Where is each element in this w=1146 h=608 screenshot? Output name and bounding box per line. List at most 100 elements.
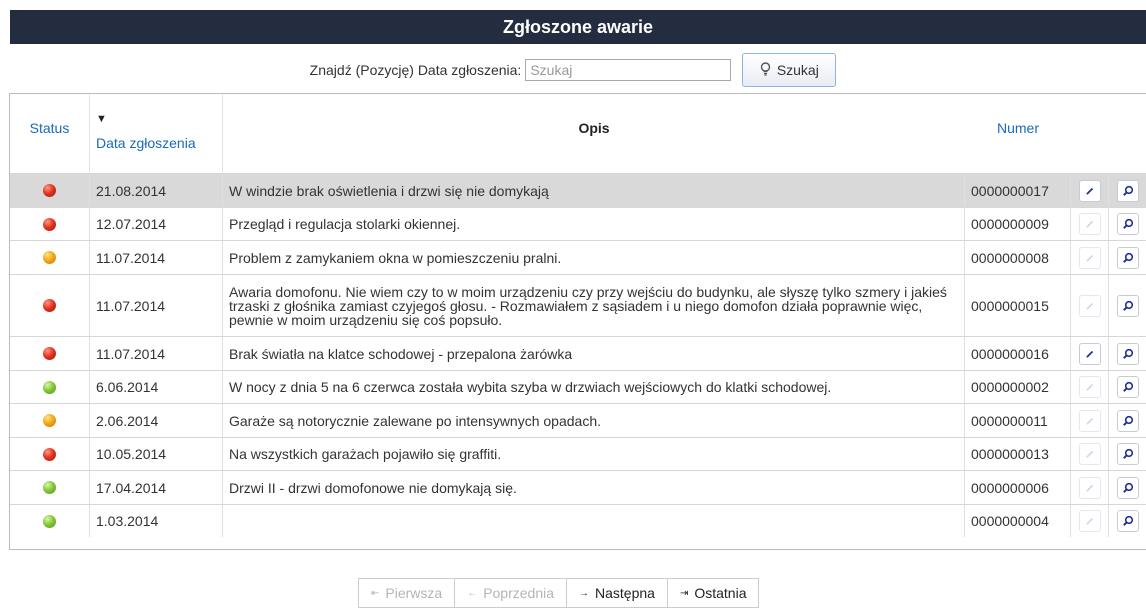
first-page-button[interactable]: ⇤ Pierwsza (358, 578, 456, 608)
page-title: Zgłoszone awarie (10, 10, 1146, 44)
edit-button[interactable] (1078, 443, 1101, 465)
date-cell: 12.07.2014 (89, 208, 223, 240)
pencil-icon (1085, 186, 1095, 196)
search-button[interactable]: Szukaj (742, 53, 837, 87)
view-details-button[interactable] (1117, 510, 1139, 532)
next-page-label: Następna (595, 585, 655, 601)
view-details-button[interactable] (1117, 179, 1139, 202)
next-page-button[interactable]: → Następna (566, 578, 668, 608)
description-cell: Problem z zamykaniem okna w pomieszczeni… (223, 241, 965, 274)
edit-button[interactable] (1078, 246, 1101, 269)
date-cell: 6.06.2014 (89, 371, 223, 403)
edit-cell (1071, 438, 1109, 470)
view-cell (1109, 337, 1146, 370)
number-cell: 0000000006 (965, 471, 1071, 504)
view-details-button[interactable] (1117, 294, 1139, 317)
status-red-icon (43, 299, 56, 312)
edit-cell (1071, 471, 1109, 504)
table-row[interactable]: 12.07.2014 Przegląd i regulacja stolarki … (10, 207, 1146, 240)
column-header-status[interactable]: Status (10, 94, 89, 180)
edit-cell (1071, 404, 1109, 437)
edit-cell (1071, 275, 1109, 336)
description-cell: W nocy z dnia 5 na 6 czerwca została wyb… (223, 371, 965, 403)
edit-button[interactable] (1078, 476, 1101, 499)
view-details-button[interactable] (1117, 246, 1139, 269)
description-cell: Na wszystkich garażach pojawiło się graf… (223, 438, 965, 470)
edit-button[interactable] (1078, 213, 1101, 235)
view-details-button[interactable] (1117, 376, 1139, 398)
edit-button[interactable] (1078, 376, 1101, 398)
view-details-button[interactable] (1117, 342, 1139, 365)
table-row[interactable]: 6.06.2014 W nocy z dnia 5 na 6 czerwca zo… (10, 370, 1146, 403)
magnifier-icon (1122, 252, 1134, 264)
issues-grid: Status ▼ Data zgłoszenia Opis Numer 21.0… (9, 93, 1146, 550)
column-header-number[interactable]: Numer (965, 94, 1071, 180)
table-row[interactable]: 1.03.2014 0000000004 (10, 504, 1146, 537)
pencil-icon (1085, 416, 1095, 426)
number-cell: 0000000002 (965, 371, 1071, 403)
date-cell: 10.05.2014 (89, 438, 223, 470)
column-header-description: Opis (578, 120, 610, 136)
date-cell: 11.07.2014 (89, 275, 223, 336)
description-cell: Brak światła na klatce schodowej - przep… (223, 337, 965, 370)
status-orange-icon (43, 251, 56, 264)
last-page-button[interactable]: ⇥ Ostatnia (666, 578, 760, 608)
table-row[interactable]: 11.07.2014 Problem z zamykaniem okna w po… (10, 240, 1146, 274)
table-row[interactable]: 2.06.2014 Garaże są notorycznie zalewane … (10, 403, 1146, 437)
pencil-icon (1085, 382, 1095, 392)
table-row[interactable]: 21.08.2014 W windzie brak oświetlenia i d… (10, 173, 1146, 207)
status-red-icon (43, 347, 56, 360)
status-green-icon (43, 481, 56, 494)
magnifier-icon (1122, 300, 1134, 312)
edit-cell (1071, 505, 1109, 537)
first-page-icon: ⇤ (371, 587, 380, 599)
table-row[interactable]: 17.04.2014 Drzwi II - drzwi domofonowe ni… (10, 470, 1146, 504)
previous-page-button[interactable]: ← Poprzednia (454, 578, 568, 608)
edit-button[interactable] (1078, 179, 1101, 202)
table-row[interactable]: 11.07.2014 Awaria domofonu. Nie wiem czy … (10, 274, 1146, 336)
last-page-label: Ostatnia (694, 585, 747, 601)
table-row[interactable]: 11.07.2014 Brak światła na klatce schodow… (10, 336, 1146, 370)
edit-cell (1071, 241, 1109, 274)
view-cell (1109, 471, 1146, 504)
status-cell (10, 241, 89, 274)
grid-header: Status ▼ Data zgłoszenia Opis Numer (10, 94, 1146, 180)
edit-button[interactable] (1078, 294, 1101, 317)
date-cell: 1.03.2014 (89, 505, 223, 537)
number-cell: 0000000009 (965, 208, 1071, 240)
edit-button[interactable] (1078, 409, 1101, 432)
edit-button[interactable] (1078, 342, 1101, 365)
pencil-icon (1085, 349, 1095, 359)
search-label: Znajdź (Pozycję) Data zgłoszenia: (309, 62, 522, 78)
edit-cell (1071, 371, 1109, 403)
table-row[interactable]: 10.05.2014 Na wszystkich garażach pojawił… (10, 437, 1146, 470)
magnifier-icon (1122, 482, 1134, 494)
number-cell: 0000000017 (965, 174, 1071, 207)
status-red-icon (43, 447, 56, 461)
view-details-button[interactable] (1117, 409, 1139, 432)
view-cell (1109, 275, 1146, 336)
description-cell: W windzie brak oświetlenia i drzwi się n… (223, 174, 965, 207)
view-details-button[interactable] (1117, 443, 1139, 465)
magnifier-icon (1122, 185, 1134, 197)
view-details-button[interactable] (1117, 213, 1139, 235)
pencil-icon (1085, 253, 1095, 263)
edit-button[interactable] (1078, 510, 1101, 532)
status-cell (10, 174, 89, 207)
view-details-button[interactable] (1117, 476, 1139, 499)
number-cell: 0000000008 (965, 241, 1071, 274)
pencil-icon (1085, 301, 1095, 311)
status-red-icon (43, 184, 56, 197)
column-header-date[interactable]: ▼ Data zgłoszenia (89, 94, 223, 180)
date-cell: 11.07.2014 (89, 337, 223, 370)
view-cell (1109, 404, 1146, 437)
magnifier-icon (1122, 348, 1134, 360)
status-red-icon (43, 217, 56, 231)
status-cell (10, 275, 89, 336)
search-input[interactable] (525, 59, 732, 81)
view-cell (1109, 505, 1146, 537)
view-cell (1109, 438, 1146, 470)
previous-arrow-icon: ← (467, 587, 478, 599)
column-header-date-label: Data zgłoszenia (96, 135, 196, 151)
date-cell: 11.07.2014 (89, 241, 223, 274)
